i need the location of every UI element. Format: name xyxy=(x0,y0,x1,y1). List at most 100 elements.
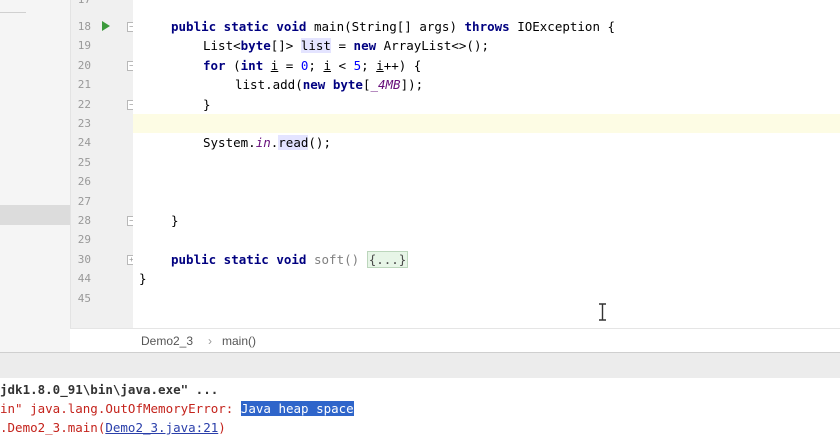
code-text: < xyxy=(330,57,354,73)
code-text: []> xyxy=(270,38,301,54)
gutter-row: 23 xyxy=(71,114,133,133)
code-editor[interactable]: public static void main(String[] args) t… xyxy=(133,0,840,328)
keyword: throws xyxy=(464,19,510,34)
error-text: in" java.lang.OutOfMemoryError: xyxy=(0,401,241,416)
code-text: } xyxy=(171,213,179,228)
code-text: ; xyxy=(361,57,377,73)
stack-text: .Demo2_3.main( xyxy=(0,420,106,435)
project-tree-row[interactable] xyxy=(0,0,26,13)
code-text: ( xyxy=(225,57,241,73)
code-text: } xyxy=(139,271,147,287)
gutter-row: 44 xyxy=(71,269,133,288)
highlighted-identifier: list xyxy=(300,38,331,54)
current-line[interactable] xyxy=(133,114,840,134)
breadcrumb: Demo2_3 › main() xyxy=(70,328,840,353)
gutter-row: 18 − xyxy=(71,17,136,36)
line-number: 28 xyxy=(77,214,91,227)
gutter-row: 20 − xyxy=(71,56,136,75)
loop-variable: i xyxy=(323,57,331,73)
line-number: 27 xyxy=(77,194,91,208)
static-field: in xyxy=(255,135,271,151)
text-cursor-icon xyxy=(599,303,606,321)
gutter-row: 29 xyxy=(71,230,133,249)
code-text: ]); xyxy=(400,77,424,93)
breadcrumb-class[interactable]: Demo2_3 xyxy=(141,334,193,348)
code-line[interactable]: public static void soft() {...} xyxy=(133,250,840,269)
source-link[interactable]: Demo2_3.java:21 xyxy=(105,420,218,435)
line-number: 20 xyxy=(77,58,91,72)
gutter-row: 30 + xyxy=(71,250,136,269)
gutter-row: 19 xyxy=(71,36,133,55)
code-line[interactable]: } xyxy=(133,95,840,114)
gutter-row: 28 − xyxy=(71,211,136,230)
unused-method-name: soft() xyxy=(306,251,367,267)
loop-variable: i xyxy=(376,57,384,73)
gutter-row: 17 xyxy=(71,0,133,9)
line-number: 23 xyxy=(77,117,91,130)
code-line[interactable]: } xyxy=(133,211,840,230)
code-text: = xyxy=(330,38,354,54)
project-panel-edge xyxy=(0,0,70,352)
keyword: byte xyxy=(332,77,363,93)
keyword: public static void xyxy=(171,251,307,267)
run-icon[interactable] xyxy=(102,21,110,31)
line-number: 26 xyxy=(77,175,91,189)
code-line[interactable]: } xyxy=(133,269,840,288)
code-line[interactable]: list.add(new byte[_4MB]); xyxy=(133,75,840,94)
line-number: 21 xyxy=(77,78,91,92)
line-number: 44 xyxy=(77,272,91,286)
folded-code-block[interactable]: {...} xyxy=(366,250,409,268)
gutter-row: 21 xyxy=(71,75,133,94)
gutter-row: 27 xyxy=(71,192,133,211)
line-number: 19 xyxy=(77,39,91,53)
keyword: new xyxy=(353,38,377,54)
code-text: ++) { xyxy=(383,57,422,73)
code-text: List< xyxy=(203,38,241,54)
gutter-row: 26 xyxy=(71,172,133,191)
constant: _4MB xyxy=(370,77,401,93)
console-toolbar xyxy=(0,352,840,380)
code-text: } xyxy=(203,96,211,112)
breadcrumb-method[interactable]: main() xyxy=(222,334,256,348)
code-line[interactable]: List<byte[]> list = new ArrayList<>(); xyxy=(133,36,840,55)
code-text: list.add( xyxy=(235,77,303,93)
line-number: 29 xyxy=(77,233,91,247)
code-line[interactable]: System.in.read(); xyxy=(133,133,840,152)
code-text: (); xyxy=(308,135,331,151)
line-number: 30 xyxy=(77,252,91,266)
line-number: 18 xyxy=(77,20,91,33)
gutter-row: 25 xyxy=(71,153,133,172)
code-text: = xyxy=(278,57,301,73)
editor-gutter: 17 18 − 19 20 − 21 22 − 23 24 25 26 27 2… xyxy=(70,0,136,328)
line-number: 45 xyxy=(77,291,91,305)
keyword: byte xyxy=(240,38,271,54)
console-error-line: in" java.lang.OutOfMemoryError: Java hea… xyxy=(0,399,354,418)
line-number: 22 xyxy=(77,97,91,111)
code-text: ; xyxy=(308,57,324,73)
project-tree-selected-row[interactable] xyxy=(0,205,70,225)
breadcrumb-separator: › xyxy=(208,334,212,348)
code-line[interactable]: for (int i = 0; i < 5; i++) { xyxy=(133,56,840,75)
keyword: public static void xyxy=(171,19,307,34)
gutter-row: 24 xyxy=(71,133,133,152)
line-number: 25 xyxy=(77,155,91,169)
gutter-row: 22 − xyxy=(71,95,136,114)
code-text: System. xyxy=(203,135,256,151)
console-stack-line: .Demo2_3.main(Demo2_3.java:21) xyxy=(0,418,226,437)
code-text: ArrayList<>(); xyxy=(376,38,490,54)
number-literal: 5 xyxy=(353,57,362,73)
code-line[interactable]: public static void main(String[] args) t… xyxy=(133,17,840,36)
keyword: for xyxy=(203,57,226,73)
code-text: IOException { xyxy=(509,19,616,34)
keyword: new xyxy=(302,77,326,93)
highlighted-method: read xyxy=(278,135,309,151)
line-number: 17 xyxy=(71,0,91,9)
console-output[interactable]: jdk1.8.0_91\bin\java.exe" ... in" java.l… xyxy=(0,378,840,446)
selected-text[interactable]: Java heap space xyxy=(240,401,354,416)
console-command-line: jdk1.8.0_91\bin\java.exe" ... xyxy=(0,382,219,397)
gutter-row: 45 xyxy=(71,289,133,308)
stack-text: ) xyxy=(218,420,226,435)
line-number: 24 xyxy=(77,136,91,150)
